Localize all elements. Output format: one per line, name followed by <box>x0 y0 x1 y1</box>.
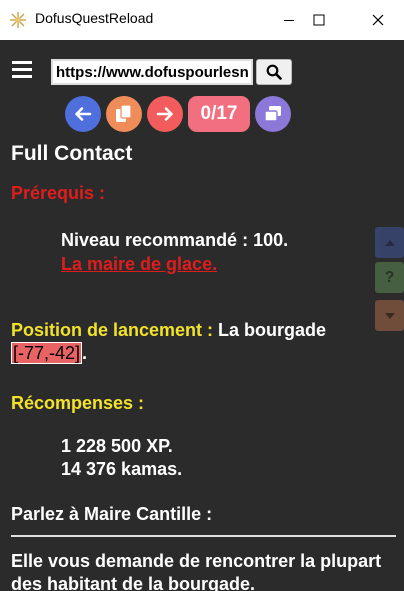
divider <box>11 535 396 537</box>
arrow-right-icon <box>156 107 173 121</box>
search-button[interactable] <box>256 59 292 85</box>
step-title: Parlez à Maire Cantille : <box>11 504 213 524</box>
close-button[interactable] <box>355 0 401 40</box>
prerequis-link[interactable]: La maire de glace. <box>61 254 217 275</box>
window-title: DofusQuestReload <box>35 10 154 26</box>
title-bar: DofusQuestReload <box>0 0 404 40</box>
close-icon <box>372 14 384 26</box>
help-button[interactable]: ? <box>375 262 404 293</box>
chevron-up-icon <box>384 239 395 246</box>
search-icon <box>266 64 282 80</box>
kamas-reward: 14 376 kamas. <box>61 459 183 479</box>
xp-reward: 1 228 500 XP. <box>61 436 173 456</box>
scroll-down-button[interactable] <box>375 300 404 331</box>
position-label: Position de lancement : <box>11 320 214 340</box>
position-end: . <box>82 343 88 363</box>
chevron-down-icon <box>384 312 395 319</box>
main-content: 0/17 Full Contact Prérequis : Niveau rec… <box>0 40 404 591</box>
position-line: Position de lancement : La bourgade <box>11 320 326 341</box>
quest-title: Full Contact <box>11 142 133 165</box>
url-input[interactable] <box>51 59 253 85</box>
scroll-up-button[interactable] <box>375 227 404 258</box>
position-coords[interactable]: [-77,-42] <box>11 342 83 364</box>
arrow-left-icon <box>75 107 92 121</box>
windows-button[interactable] <box>255 96 291 132</box>
position-place: La bourgade <box>213 320 327 340</box>
copy-button[interactable] <box>106 96 142 132</box>
copy-icon <box>116 104 132 122</box>
recompenses-label: Récompenses : <box>11 393 145 413</box>
maximize-button[interactable] <box>296 0 342 40</box>
minimize-icon <box>284 20 294 21</box>
help-icon: ? <box>384 268 395 286</box>
windows-icon <box>264 106 281 122</box>
next-button[interactable] <box>147 96 183 132</box>
maximize-icon <box>313 14 325 26</box>
step-counter[interactable]: 0/17 <box>188 96 250 132</box>
back-button[interactable] <box>65 96 101 132</box>
menu-icon[interactable] <box>12 61 32 79</box>
step-text: Elle vous demande de rencontrer la plupa… <box>11 551 382 591</box>
position-coords-line: [-77,-42]. <box>11 342 88 364</box>
prerequis-label: Prérequis : <box>11 183 106 203</box>
niveau-text: Niveau recommandé : 100. <box>61 230 289 250</box>
app-icon <box>10 12 26 28</box>
